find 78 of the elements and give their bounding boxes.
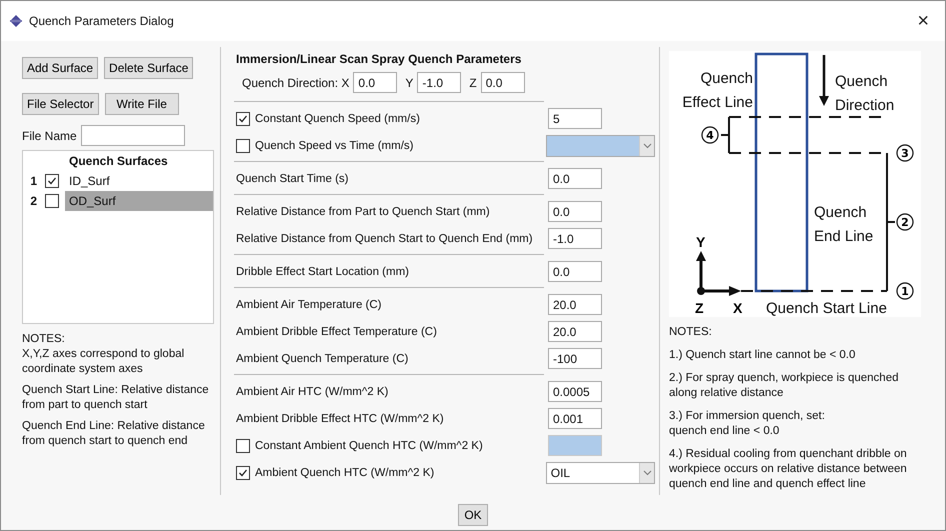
check-icon <box>238 114 248 124</box>
checkbox-label: Ambient Quench HTC (W/mm^2 K) <box>255 466 434 478</box>
marker-icon: 1 <box>896 282 914 300</box>
app-icon <box>9 14 23 28</box>
marker-icon: 4 <box>701 126 719 144</box>
table-cell[interactable]: OD_Surf <box>65 191 213 211</box>
checkbox-label: Constant Quench Speed (mm/s) <box>255 112 420 124</box>
notes-heading: NOTES: <box>669 325 713 340</box>
input-field[interactable]: 0.0 <box>548 261 602 282</box>
field-label: Dribble Effect Start Location (mm) <box>236 266 410 278</box>
row-number: 2 <box>29 194 38 208</box>
field-label: Ambient Quench Temperature (C) <box>236 352 410 364</box>
field-label: Ambient Air HTC (W/mm^2 K) <box>236 386 390 398</box>
field-label: Z <box>469 76 477 90</box>
field-label: Y <box>405 76 414 90</box>
axis-label: Z <box>695 300 704 316</box>
direction-label: Quench Direction <box>835 73 894 114</box>
toolbar-button[interactable]: File Selector <box>22 93 99 115</box>
chevron-down-icon <box>642 470 652 476</box>
close-button[interactable]: × <box>911 10 935 32</box>
field-label: Ambient Dribble Effect HTC (W/mm^2 K) <box>236 412 445 424</box>
note-text: X,Y,Z axes correspond to global coordinate system axes <box>22 347 186 377</box>
field-label: Relative Distance from Quench Start to Quench End (mm) <box>236 232 534 244</box>
note-text: Quench End Line: Relative distance from quench start to quench end <box>22 419 206 449</box>
field-label: Quench Start Time (s) <box>236 172 350 184</box>
column-header: Quench Surfaces <box>68 154 168 168</box>
checkbox-label: Constant Ambient Quench HTC (W/mm^2 K) <box>255 440 483 452</box>
checkbox-label: Quench Speed vs Time (mm/s) <box>255 140 414 152</box>
input-field[interactable]: -1.0 <box>417 72 462 93</box>
check-icon <box>47 176 57 186</box>
effect-line-label: Quench Effect Line <box>682 70 753 111</box>
input-field[interactable]: 0.0 <box>548 168 602 189</box>
marker-icon: 2 <box>896 213 914 231</box>
ok-button[interactable]: OK <box>458 504 488 526</box>
dropdown[interactable]: OIL <box>546 462 655 484</box>
section-title: Immersion/Linear Scan Spray Quench Parameters <box>236 52 522 66</box>
input-field[interactable]: 0.0 <box>480 72 525 93</box>
input-field[interactable]: 0.001 <box>548 408 602 429</box>
end-line-label: Quench End Line <box>814 204 874 245</box>
field-label: Ambient Dribble Effect Temperature (C) <box>236 326 438 338</box>
input-field[interactable]: 0.0 <box>353 72 398 93</box>
field-label: Ambient Air Temperature (C) <box>236 298 383 310</box>
input-field[interactable]: 0.0 <box>548 201 602 222</box>
input-field[interactable]: 0.0005 <box>548 381 602 402</box>
note-text: Quench Start Line: Relative distance from part to quench start <box>22 383 210 413</box>
checkbox[interactable] <box>236 112 250 126</box>
bracket-line <box>720 116 730 154</box>
note-text: 3.) For immersion quench, set: quench end line < 0.0 <box>669 409 826 439</box>
notes-heading: NOTES: <box>22 332 66 347</box>
input-field[interactable]: 5 <box>548 108 602 129</box>
marker-icon: 3 <box>896 144 914 162</box>
note-text: 1.) Quench start line cannot be < 0.0 <box>669 348 856 363</box>
checkbox[interactable] <box>236 466 250 480</box>
field-label: File Name <box>22 128 77 142</box>
start-line-label: Quench Start Line <box>766 300 887 317</box>
direction-arrow <box>819 55 829 106</box>
axis-label: X <box>733 300 742 316</box>
row-number: 1 <box>29 174 38 188</box>
checkbox[interactable] <box>45 194 59 208</box>
note-text: 4.) Residual cooling from quenchant dribble on workpiece occurs on relative distance between quench end line and quench effect line <box>669 447 908 492</box>
input-field[interactable] <box>80 125 185 146</box>
toolbar-button[interactable]: Add Surface <box>22 57 98 79</box>
chevron-down-icon <box>642 142 652 148</box>
window-title: Quench Parameters Dialog <box>29 14 175 28</box>
table-cell[interactable]: ID_Surf <box>65 171 213 191</box>
note-text: 2.) For spray quench, workpiece is quenched along relative distance <box>669 371 900 401</box>
input-field[interactable]: 20.0 <box>548 321 602 342</box>
check-icon <box>238 468 248 478</box>
toolbar-button[interactable]: Write File <box>104 93 179 115</box>
axis-label: Y <box>696 234 706 250</box>
checkbox[interactable] <box>45 174 59 188</box>
toolbar-button[interactable]: Delete Surface <box>104 57 194 79</box>
input-field[interactable]: 20.0 <box>548 294 602 315</box>
field-label: Quench Direction: X <box>242 76 350 90</box>
axes-drawing <box>696 251 741 296</box>
input-field[interactable]: -100 <box>548 348 602 369</box>
field-label: Relative Distance from Part to Quench Start (mm) <box>236 206 491 218</box>
input-field[interactable]: -1.0 <box>548 228 602 249</box>
